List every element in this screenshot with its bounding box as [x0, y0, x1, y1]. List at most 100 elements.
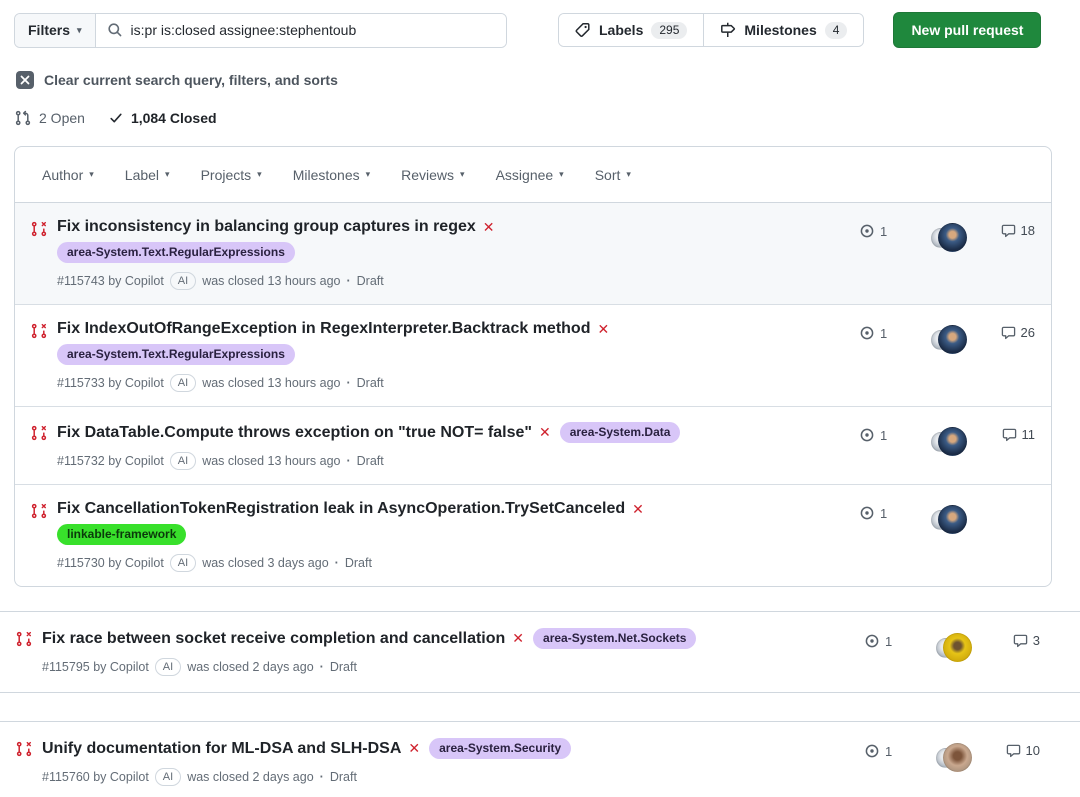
- linked-issue-count[interactable]: 1: [859, 223, 913, 239]
- closed-count-label: 1,084 Closed: [131, 110, 217, 126]
- pull-request-icon: [15, 110, 31, 126]
- state-tabs: 2 Open 1,084 Closed: [15, 110, 1080, 126]
- labels-button[interactable]: Labels 295: [559, 14, 703, 46]
- search-icon: [107, 22, 123, 38]
- assignee-avatars[interactable]: [918, 633, 990, 662]
- dismiss-icon[interactable]: ✕: [539, 424, 551, 441]
- pull-request-row: Fix inconsistency in balancing group cap…: [15, 203, 1051, 305]
- assignee-avatars[interactable]: [913, 505, 985, 534]
- dismiss-icon[interactable]: ✕: [512, 630, 524, 647]
- pr-meta: #115743 by Copilot AI was closed 13 hour…: [57, 272, 495, 290]
- clear-x-icon: [16, 71, 34, 89]
- assignee-avatars[interactable]: [913, 427, 985, 456]
- assignee-avatars[interactable]: [913, 223, 985, 252]
- comment-count[interactable]: 10: [990, 743, 1040, 758]
- draft-flag: Draft: [357, 274, 384, 288]
- pull-request-row: Fix CancellationTokenRegistration leak i…: [15, 485, 1051, 586]
- comment-count[interactable]: 18: [985, 223, 1035, 238]
- clear-search-link[interactable]: Clear current search query, filters, and…: [16, 71, 1080, 89]
- closed-time: was closed 2 days ago: [187, 770, 313, 784]
- chevron-down-icon: ▾: [165, 170, 170, 179]
- label-pill[interactable]: area-System.Net.Sockets: [533, 628, 696, 649]
- labels-count: 295: [651, 22, 687, 39]
- author-filter-dropdown[interactable]: Author▾: [42, 167, 94, 183]
- dismiss-icon[interactable]: ✕: [483, 219, 495, 236]
- milestone-icon: [720, 22, 736, 38]
- ai-badge: AI: [170, 272, 196, 290]
- new-pull-request-button[interactable]: New pull request: [893, 12, 1041, 48]
- comment-icon: [1006, 743, 1021, 758]
- tab-closed[interactable]: 1,084 Closed: [109, 110, 217, 126]
- avatar: [938, 505, 967, 534]
- pr-title-link[interactable]: Fix IndexOutOfRangeException in RegexInt…: [57, 320, 590, 338]
- chevron-down-icon: ▾: [559, 170, 564, 179]
- pr-meta: #115732 by Copilot AI was closed 13 hour…: [57, 452, 680, 470]
- reviews-filter-dropdown[interactable]: Reviews▾: [401, 167, 464, 183]
- pr-title-link[interactable]: Fix DataTable.Compute throws exception o…: [57, 424, 532, 442]
- closed-time: was closed 13 hours ago: [202, 454, 340, 468]
- closed-time: was closed 2 days ago: [187, 660, 313, 674]
- assignee-avatars[interactable]: [918, 743, 990, 772]
- toolbar: Filters ▾ Labels 295: [14, 12, 1052, 48]
- milestones-filter-dropdown[interactable]: Milestones▾: [293, 167, 370, 183]
- closed-time: was closed 3 days ago: [202, 556, 328, 570]
- dot-separator: ·: [320, 660, 324, 674]
- dismiss-icon[interactable]: ✕: [597, 321, 609, 338]
- dot-separator: ·: [346, 454, 350, 468]
- search-group: Filters ▾: [14, 13, 507, 48]
- closed-pull-request-icon: [31, 425, 47, 470]
- tab-open[interactable]: 2 Open: [15, 110, 85, 126]
- pr-title-link[interactable]: Fix inconsistency in balancing group cap…: [57, 218, 476, 236]
- pr-meta: #115795 by Copilot AI was closed 2 days …: [42, 658, 696, 676]
- pr-ref: #115760 by Copilot: [42, 770, 149, 784]
- label-pill[interactable]: area-System.Text.RegularExpressions: [57, 242, 295, 263]
- ai-badge: AI: [170, 452, 196, 470]
- open-count-label: 2 Open: [39, 110, 85, 126]
- assignee-avatars[interactable]: [913, 325, 985, 354]
- label-pill[interactable]: area-System.Data: [560, 422, 681, 443]
- chevron-down-icon: ▾: [626, 170, 631, 179]
- sort-dropdown[interactable]: Sort▾: [595, 167, 631, 183]
- label-pill[interactable]: area-System.Text.RegularExpressions: [57, 344, 295, 365]
- dot-separator: ·: [335, 556, 339, 570]
- pull-request-row: Fix race between socket receive completi…: [0, 611, 1080, 693]
- closed-pull-request-icon: [31, 221, 47, 290]
- pr-title-link[interactable]: Fix CancellationTokenRegistration leak i…: [57, 500, 625, 518]
- draft-flag: Draft: [330, 660, 357, 674]
- label-filter-dropdown[interactable]: Label▾: [125, 167, 170, 183]
- tag-icon: [575, 22, 591, 38]
- ai-badge: AI: [155, 768, 181, 786]
- linked-issue-count[interactable]: 1: [859, 427, 913, 443]
- dismiss-icon[interactable]: ✕: [632, 501, 644, 518]
- chevron-down-icon: ▾: [89, 170, 94, 179]
- comment-count[interactable]: 3: [990, 633, 1040, 648]
- dismiss-icon[interactable]: ✕: [408, 740, 420, 757]
- filters-label: Filters: [28, 22, 70, 38]
- pr-ref: #115733 by Copilot: [57, 376, 164, 390]
- search-input[interactable]: [131, 22, 495, 38]
- pr-meta: #115730 by Copilot AI was closed 3 days …: [57, 554, 644, 572]
- ai-badge: AI: [170, 374, 196, 392]
- milestones-button[interactable]: Milestones 4: [703, 14, 863, 46]
- pr-meta: #115733 by Copilot AI was closed 13 hour…: [57, 374, 609, 392]
- pr-title-link[interactable]: Unify documentation for ML-DSA and SLH-D…: [42, 740, 401, 758]
- draft-flag: Draft: [357, 376, 384, 390]
- pr-meta: #115760 by Copilot AI was closed 2 days …: [42, 768, 571, 786]
- linked-issue-count[interactable]: 1: [859, 505, 913, 521]
- linked-issue-count[interactable]: 1: [859, 325, 913, 341]
- comment-count[interactable]: 11: [985, 427, 1035, 442]
- pr-title-link[interactable]: Fix race between socket receive completi…: [42, 630, 505, 648]
- pull-request-row: Unify documentation for ML-DSA and SLH-D…: [0, 721, 1080, 797]
- projects-filter-dropdown[interactable]: Projects▾: [201, 167, 262, 183]
- linked-issue-count[interactable]: 1: [864, 633, 918, 649]
- label-pill[interactable]: linkable-framework: [57, 524, 186, 545]
- pull-request-row: Fix DataTable.Compute throws exception o…: [15, 407, 1051, 485]
- label-pill[interactable]: area-System.Security: [429, 738, 571, 759]
- chevron-down-icon: ▾: [77, 26, 82, 35]
- linked-issue-count[interactable]: 1: [864, 743, 918, 759]
- comment-count[interactable]: 26: [985, 325, 1035, 340]
- closed-pull-request-icon: [31, 503, 47, 572]
- labels-milestones-control: Labels 295 Milestones 4: [558, 13, 864, 47]
- assignee-filter-dropdown[interactable]: Assignee▾: [496, 167, 564, 183]
- filters-dropdown-button[interactable]: Filters ▾: [15, 14, 96, 47]
